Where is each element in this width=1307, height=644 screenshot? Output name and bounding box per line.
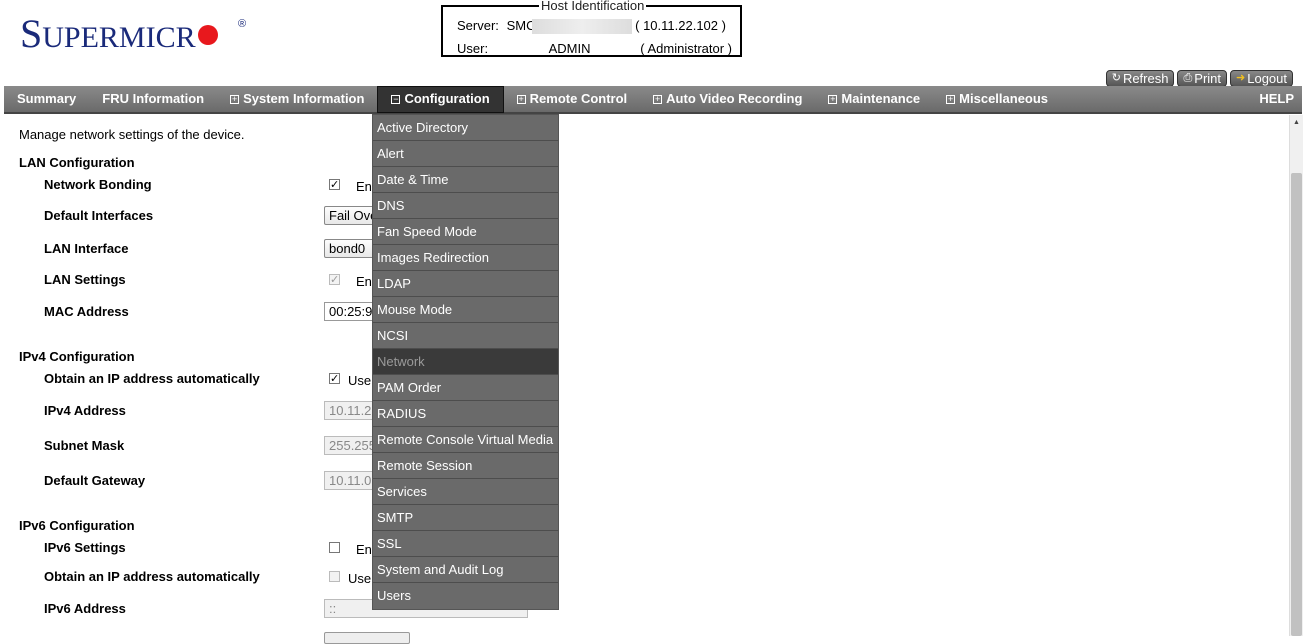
nav-help-label: HELP	[1259, 91, 1294, 106]
menu-item-alert[interactable]: Alert	[373, 141, 558, 167]
supermicro-logo: SUPERMICR	[20, 14, 218, 58]
subnet-mask-label: Subnet Mask	[44, 438, 125, 453]
lan-settings-label: LAN Settings	[44, 272, 126, 287]
lan-settings-checkbox[interactable]: ✓	[329, 274, 340, 286]
nav-maintenance-label: Maintenance	[841, 91, 921, 106]
nav-summary[interactable]: Summary	[4, 85, 89, 113]
nav-video-label: Auto Video Recording	[666, 91, 803, 106]
ipv6-section-title: IPv6 Configuration	[19, 518, 135, 533]
nav-miscellaneous[interactable]: + Miscellaneous	[933, 85, 1061, 113]
logout-icon: ➜	[1236, 72, 1246, 84]
logo-initial: S	[20, 11, 43, 56]
expand-icon: +	[230, 93, 240, 104]
logo-text: UPERMICR	[42, 21, 196, 54]
network-bonding-checkbox[interactable]: ✓	[329, 179, 340, 191]
nav-misc-label: Miscellaneous	[959, 91, 1049, 106]
nav-system-information[interactable]: + System Information	[217, 85, 377, 113]
ipv4-dhcp-checkbox[interactable]: ✓	[329, 373, 340, 385]
default-interfaces-label: Default Interfaces	[44, 208, 154, 223]
print-button[interactable]: ⎙ Print	[1177, 70, 1228, 87]
menu-item-fan-speed-mode[interactable]: Fan Speed Mode	[373, 219, 558, 245]
nav-summary-label: Summary	[17, 91, 77, 106]
nav-fru-information[interactable]: FRU Information	[89, 85, 217, 113]
expand-icon: +	[516, 93, 526, 104]
user-label: User:	[457, 41, 489, 56]
user-name: ADMIN	[548, 41, 591, 56]
logo-dot-icon	[197, 25, 218, 46]
main-navigation: Summary FRU Information + System Informat…	[4, 85, 1302, 114]
nav-system-label: System Information	[243, 91, 365, 106]
menu-item-date-time[interactable]: Date & Time	[373, 167, 558, 193]
server-name-redacted	[531, 19, 632, 35]
menu-item-network[interactable]: Network	[373, 349, 558, 375]
menu-item-radius[interactable]: RADIUS	[373, 401, 558, 427]
ipv6-address-label: IPv6 Address	[44, 601, 126, 616]
ipv6-auto-label: Obtain an IP address automatically	[44, 569, 260, 584]
menu-item-system-and-audit-log[interactable]: System and Audit Log	[373, 557, 558, 583]
menu-item-dns[interactable]: DNS	[373, 193, 558, 219]
scrollbar-thumb[interactable]	[1291, 173, 1302, 636]
nav-auto-video-recording[interactable]: + Auto Video Recording	[640, 85, 815, 113]
logout-label: Logout	[1247, 71, 1287, 86]
print-label: Print	[1194, 71, 1222, 86]
nav-remote-control[interactable]: + Remote Control	[504, 85, 641, 113]
menu-item-services[interactable]: Services	[373, 479, 558, 505]
vertical-scrollbar[interactable]: ▲	[1289, 115, 1303, 636]
ipv6-settings-label: IPv6 Settings	[44, 540, 126, 555]
nav-fru-label: FRU Information	[102, 91, 205, 106]
ipv6-settings-checkbox[interactable]	[329, 542, 340, 553]
scroll-up-arrow-icon[interactable]: ▲	[1290, 115, 1303, 129]
mac-address-label: MAC Address	[44, 304, 129, 319]
host-identification-legend: Host Identification	[539, 0, 647, 13]
menu-item-ldap[interactable]: LDAP	[373, 271, 558, 297]
collapse-icon: −	[391, 93, 401, 104]
network-bonding-label: Network Bonding	[44, 177, 152, 192]
refresh-icon: ↻	[1111, 72, 1121, 84]
nav-remote-label: Remote Control	[529, 91, 628, 106]
refresh-button[interactable]: ↻ Refresh	[1105, 70, 1175, 87]
ipv6-dhcp-checkbox[interactable]	[329, 571, 340, 582]
default-gateway-label: Default Gateway	[44, 473, 146, 488]
user-role: ( Administrator )	[640, 41, 732, 56]
menu-item-ssl[interactable]: SSL	[373, 531, 558, 557]
expand-icon: +	[653, 93, 663, 104]
nav-configuration-label: Configuration	[404, 91, 490, 106]
menu-item-remote-session[interactable]: Remote Session	[373, 453, 558, 479]
server-ip: ( 10.11.22.102 )	[635, 18, 726, 33]
lan-interface-label: LAN Interface	[44, 241, 129, 256]
page-description: Manage network settings of the device.	[19, 127, 245, 142]
logo-registered-mark: ®	[238, 18, 247, 30]
configuration-dropdown-menu: Active Directory Alert Date & Time DNS Fan S…	[372, 114, 559, 610]
host-identification: Host Identification Server: SMC ( 10.11.…	[441, 0, 742, 57]
menu-item-smtp[interactable]: SMTP	[373, 505, 558, 531]
nav-help[interactable]: HELP	[1246, 85, 1302, 113]
menu-item-ncsi[interactable]: NCSI	[373, 323, 558, 349]
lan-section-title: LAN Configuration	[19, 155, 135, 170]
menu-item-pam-order[interactable]: PAM Order	[373, 375, 558, 401]
host-user-row: User: ADMIN ( Administrator )	[457, 41, 732, 56]
menu-item-active-directory[interactable]: Active Directory	[373, 115, 558, 141]
menu-item-images-redirection[interactable]: Images Redirection	[373, 245, 558, 271]
menu-item-remote-console-virtual-media[interactable]: Remote Console Virtual Media	[373, 427, 558, 453]
nav-maintenance[interactable]: + Maintenance	[815, 85, 933, 113]
refresh-label: Refresh	[1122, 71, 1169, 86]
ipv4-section-title: IPv4 Configuration	[19, 349, 135, 364]
ipv4-address-label: IPv4 Address	[44, 403, 126, 418]
partial-button[interactable]	[324, 632, 410, 644]
print-icon: ⎙	[1183, 72, 1193, 84]
menu-item-mouse-mode[interactable]: Mouse Mode	[373, 297, 558, 323]
server-label: Server:	[457, 18, 499, 33]
expand-icon: +	[828, 93, 838, 104]
ipv4-auto-label: Obtain an IP address automatically	[44, 371, 260, 386]
host-server-row: Server: SMC ( 10.11.22.102 )	[457, 18, 726, 35]
expand-icon: +	[946, 93, 956, 104]
menu-item-users[interactable]: Users	[373, 583, 558, 609]
nav-configuration[interactable]: − Configuration	[377, 85, 504, 113]
